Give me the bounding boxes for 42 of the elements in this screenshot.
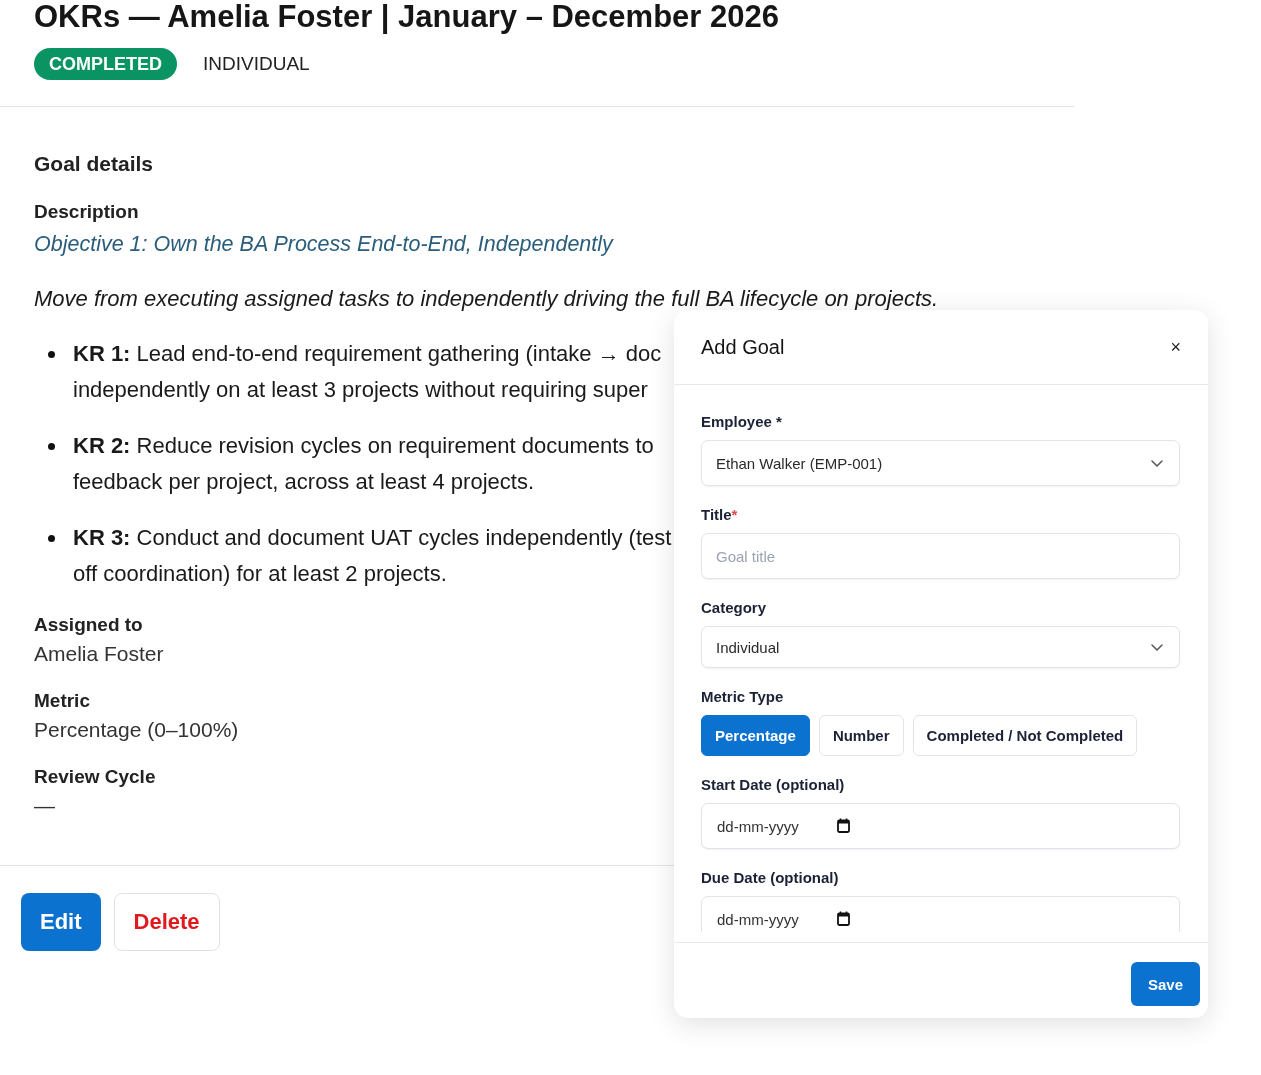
- metric-option[interactable]: Number: [818, 715, 904, 756]
- form-label: Title*: [701, 505, 738, 525]
- bullet-icon: [48, 535, 55, 542]
- category-label: INDIVIDUAL: [203, 53, 310, 75]
- metric-option[interactable]: Completed / Not Completed: [912, 715, 1138, 756]
- objective-text: Objective 1: Own the BA Process End-to-End, Independently: [34, 231, 613, 258]
- employee-select[interactable]: Ethan Walker (EMP-001): [701, 440, 1180, 486]
- form-label: Category: [701, 598, 767, 618]
- close-button[interactable]: ×: [1167, 336, 1184, 358]
- edit-button[interactable]: Edit: [21, 893, 101, 951]
- date-field[interactable]: dd-mm-yyyy: [701, 803, 1180, 849]
- form-label: Metric Type: [701, 687, 784, 707]
- calendar-icon: [837, 818, 850, 833]
- date-field[interactable]: dd-mm-yyyy: [701, 896, 1180, 932]
- form-label: Start Date (optional): [701, 775, 845, 795]
- form-label: Employee *: [701, 412, 782, 432]
- field-label: Metric: [34, 689, 90, 713]
- field-label: Assigned to: [34, 613, 143, 637]
- delete-button[interactable]: Delete: [113, 893, 220, 951]
- calendar-icon: [837, 911, 850, 926]
- title-input[interactable]: Goal title: [701, 533, 1180, 579]
- category-select[interactable]: Individual: [701, 626, 1180, 668]
- bullet-icon: [48, 443, 55, 450]
- bullet-icon: [48, 351, 55, 358]
- status-badge: COMPLETED: [34, 48, 177, 80]
- chevron-down-icon: [1151, 459, 1163, 467]
- field-value: Percentage (0–100%): [34, 717, 239, 743]
- summary-text: Move from executing assigned tasks to independently driving the full BA lifecycle on projects.: [34, 285, 939, 313]
- field-value: Amelia Foster: [34, 641, 164, 667]
- metric-option[interactable]: Percentage: [701, 715, 810, 756]
- form-label: Due Date (optional): [701, 868, 839, 888]
- key-result-text: KR 2: Reduce revision cycles on requirement documents to feedback per project, across at least 4 projects.: [73, 432, 654, 496]
- save-button[interactable]: Save: [1130, 962, 1200, 1006]
- page-title: OKRs — Amelia Foster | January – December 2026: [34, 0, 779, 34]
- field-value: —: [34, 793, 55, 819]
- field-label: Review Cycle: [34, 765, 156, 789]
- field-label: Description: [34, 200, 139, 224]
- key-result-text: KR 1: Lead end-to-end requirement gathering (intake → doc independently on at least 3 projects without requiring super: [73, 340, 662, 404]
- section-heading: Goal details: [34, 151, 154, 177]
- modal-title: Add Goal: [701, 335, 785, 359]
- key-result-text: KR 3: Conduct and document UAT cycles independently (test off coordination) for at least 2 projects.: [73, 524, 672, 588]
- chevron-down-icon: [1151, 643, 1163, 651]
